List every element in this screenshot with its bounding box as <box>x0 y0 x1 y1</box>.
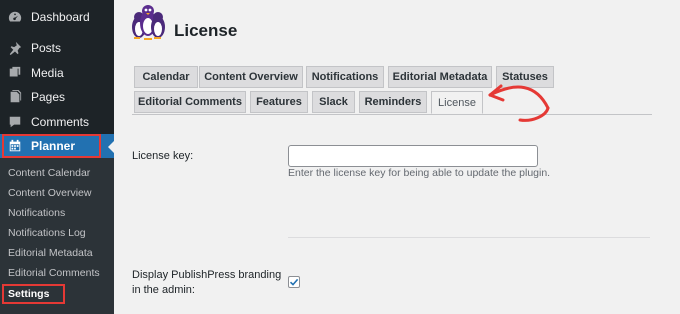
planner-submenu: Content Calendar Content Overview Notifi… <box>0 158 114 314</box>
tab-editorial-metadata[interactable]: Editorial Metadata <box>388 66 492 88</box>
tab-slack[interactable]: Slack <box>312 91 355 113</box>
branding-checkbox[interactable] <box>288 276 300 288</box>
submenu-item-editorial-comments[interactable]: Editorial Comments <box>8 267 100 279</box>
tab-reminders[interactable]: Reminders <box>359 91 427 113</box>
page-title: License <box>174 21 238 40</box>
menu-label: Pages <box>31 90 66 104</box>
submenu-item-content-calendar[interactable]: Content Calendar <box>8 167 90 179</box>
menu-label: Planner <box>31 139 76 153</box>
pages-icon <box>7 89 23 105</box>
tab-features[interactable]: Features <box>250 91 308 113</box>
menu-item-planner[interactable]: Planner <box>0 134 114 158</box>
submenu-item-content-overview[interactable]: Content Overview <box>8 187 91 199</box>
publishpress-penguins-logo <box>130 3 166 41</box>
tab-content-overview[interactable]: Content Overview <box>199 66 303 88</box>
checkmark-icon <box>289 278 299 286</box>
admin-sidebar: Dashboard Posts Media Pages Comments Pla… <box>0 0 114 314</box>
section-divider <box>288 237 650 238</box>
pin-icon <box>7 40 23 56</box>
tab-calendar[interactable]: Calendar <box>134 66 198 88</box>
menu-item-posts[interactable]: Posts <box>0 36 114 60</box>
comments-icon <box>7 114 23 130</box>
menu-label: Media <box>31 66 64 80</box>
calendar-icon <box>7 138 23 154</box>
menu-label: Comments <box>31 115 90 129</box>
menu-label: Posts <box>31 41 62 55</box>
license-key-help-text: Enter the license key for being able to … <box>288 167 551 179</box>
menu-item-comments[interactable]: Comments <box>0 110 114 134</box>
menu-item-media[interactable]: Media <box>0 61 114 85</box>
tab-notifications[interactable]: Notifications <box>306 66 384 88</box>
submenu-item-editorial-metadata[interactable]: Editorial Metadata <box>8 247 93 259</box>
current-menu-pointer <box>108 141 114 153</box>
menu-item-dashboard[interactable]: Dashboard <box>0 5 114 29</box>
tab-editorial-comments[interactable]: Editorial Comments <box>134 91 246 113</box>
license-key-label: License key: <box>132 150 194 162</box>
tab-license[interactable]: License <box>431 91 483 114</box>
submenu-item-settings[interactable]: Settings <box>8 288 49 300</box>
license-key-input[interactable] <box>288 145 538 167</box>
tabs-divider <box>132 114 652 115</box>
dashboard-icon <box>7 9 23 25</box>
submenu-item-notifications-log[interactable]: Notifications Log <box>8 227 86 239</box>
menu-item-pages[interactable]: Pages <box>0 85 114 109</box>
submenu-item-notifications[interactable]: Notifications <box>8 207 65 219</box>
annotation-arrow-icon <box>488 84 550 122</box>
branding-label: Display PublishPress branding in the adm… <box>132 269 282 296</box>
media-icon <box>7 65 23 81</box>
menu-label: Dashboard <box>31 10 90 24</box>
